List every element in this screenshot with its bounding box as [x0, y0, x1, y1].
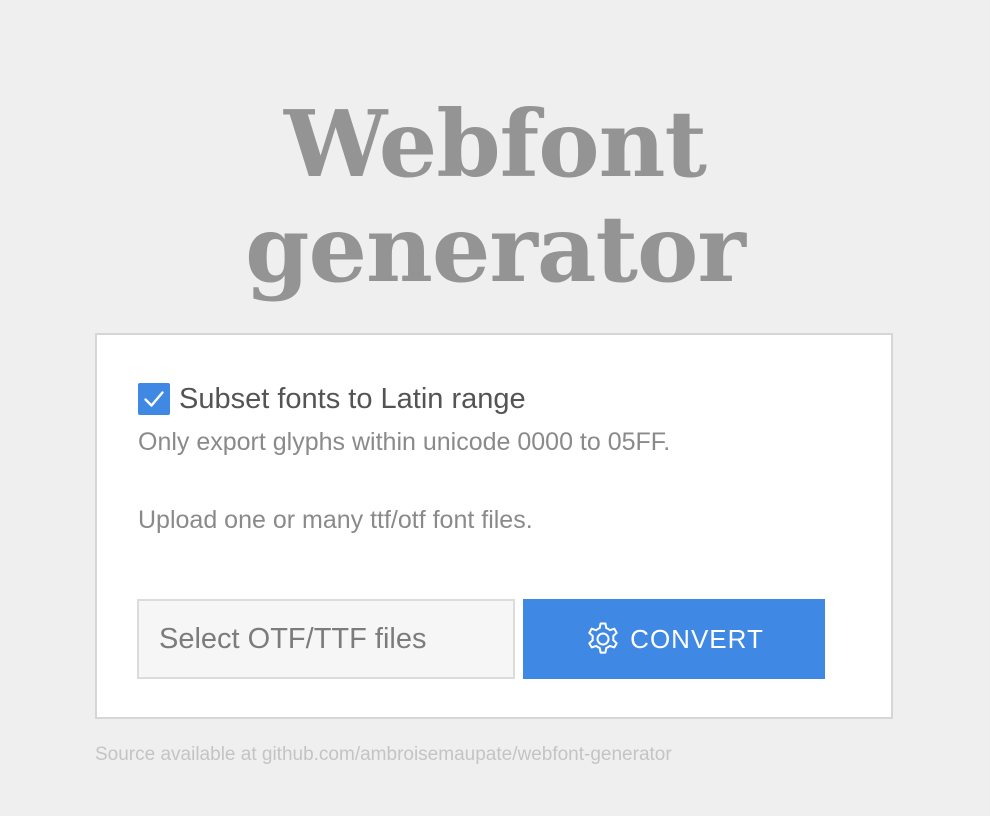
- convert-label: CONVERT: [630, 623, 764, 654]
- file-select-placeholder: Select OTF/TTF files: [159, 622, 427, 655]
- footer-source-note: Source available at github.com/ambroisem…: [95, 744, 672, 766]
- checkmark-icon: [144, 391, 164, 407]
- subset-checkbox[interactable]: [138, 383, 170, 415]
- gear-icon: [584, 620, 622, 658]
- subset-hint: Only export glyphs within unicode 0000 t…: [138, 428, 671, 456]
- page-title-line-2: generator: [245, 195, 746, 303]
- subset-option[interactable]: Subset fonts to Latin range: [138, 383, 526, 415]
- subset-label: Subset fonts to Latin range: [179, 383, 526, 415]
- file-select-input[interactable]: Select OTF/TTF files: [137, 599, 515, 679]
- convert-button[interactable]: CONVERT: [523, 599, 825, 679]
- page-title: Webfont generator: [0, 92, 990, 302]
- page-title-line-1: Webfont: [283, 90, 707, 198]
- converter-panel: Subset fonts to Latin range Only export …: [95, 333, 893, 719]
- source-link[interactable]: github.com/ambroisemaupate/webfont-gener…: [262, 744, 672, 765]
- upload-hint: Upload one or many ttf/otf font files.: [138, 506, 533, 534]
- footer-prefix: Source available at: [95, 744, 262, 765]
